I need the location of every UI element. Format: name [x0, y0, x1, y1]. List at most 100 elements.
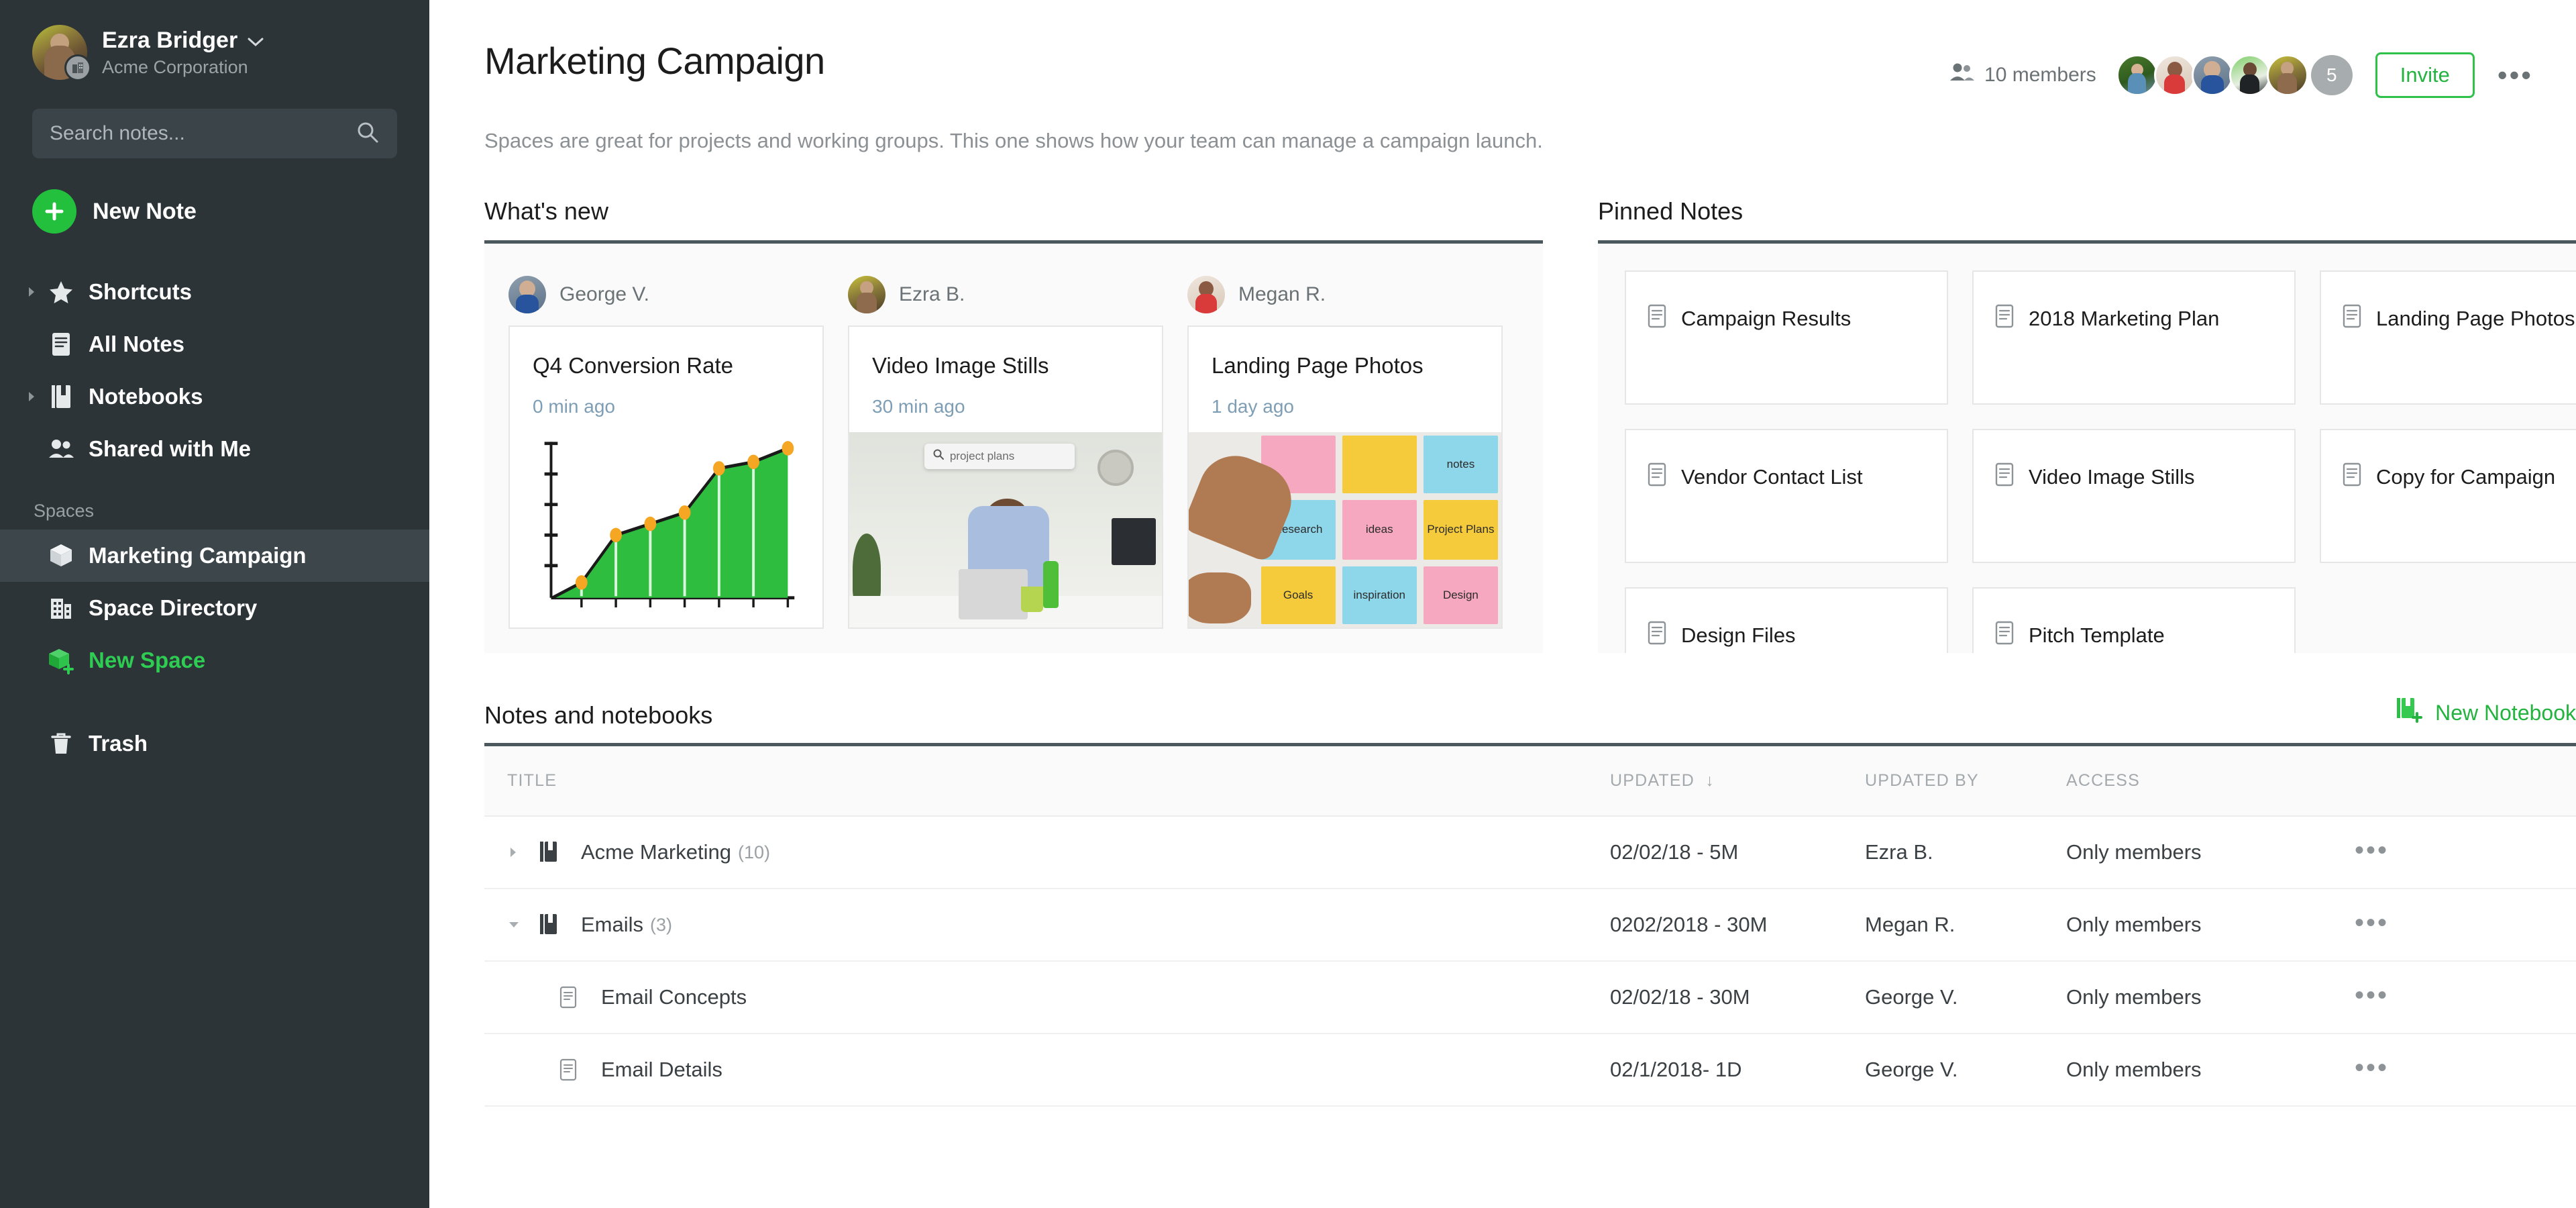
note-card-time: 1 day ago	[1189, 381, 1501, 417]
sidebar-item-label: Shared with Me	[89, 436, 251, 462]
note-card-time: 0 min ago	[510, 381, 822, 417]
column-header-title[interactable]: TITLE	[484, 746, 1610, 816]
sidebar-item-shortcuts[interactable]: Shortcuts	[0, 266, 429, 318]
cube-plus-icon	[43, 646, 79, 674]
chevron-down-icon[interactable]	[247, 27, 264, 54]
note-card[interactable]: Landing Page Photos 1 day ago notes	[1187, 325, 1503, 629]
kebab-icon[interactable]: •••	[2355, 1053, 2389, 1083]
avatar[interactable]	[2229, 54, 2271, 96]
cell-title[interactable]: Email Concepts	[484, 961, 1610, 1034]
main-content: Marketing Campaign 10 members 5 Invi	[429, 0, 2576, 1208]
monitor-shape	[1112, 518, 1155, 565]
pinned-note-card[interactable]: Copy for Campaign	[2320, 429, 2576, 563]
cell-actions: •••	[2355, 889, 2576, 961]
sidebar-user-header[interactable]: Ezra Bridger Acme Corporation	[0, 0, 429, 81]
table-row[interactable]: Email Concepts 02/02/18 - 30M George V. …	[484, 961, 2576, 1034]
table-body: Acme Marketing (10) 02/02/18 - 5M Ezra B…	[484, 816, 2576, 1106]
avatar-overflow-count[interactable]: 5	[2311, 55, 2353, 95]
table-row[interactable]: Acme Marketing (10) 02/02/18 - 5M Ezra B…	[484, 816, 2576, 889]
avatar[interactable]	[2116, 54, 2158, 96]
sidebar-item-label: Trash	[89, 731, 148, 756]
note-icon	[1994, 304, 2015, 332]
pinned-note-card[interactable]: Pitch Template	[1972, 587, 2296, 653]
pinned-note-card[interactable]: Design Files	[1625, 587, 1948, 653]
search-icon	[932, 448, 945, 464]
sidebar-item-all-notes[interactable]: All Notes	[0, 318, 429, 370]
pinned-note-card[interactable]: Video Image Stills	[1972, 429, 2296, 563]
avatar	[848, 276, 885, 313]
whats-new-body: George V. Q4 Conversion Rate 0 min ago	[484, 244, 1543, 653]
new-note-button[interactable]: New Note	[32, 189, 429, 234]
pinned-note-label: Video Image Stills	[2029, 462, 2195, 491]
kebab-icon[interactable]: •••	[2498, 66, 2533, 83]
note-card[interactable]: Video Image Stills 30 min ago	[848, 325, 1163, 629]
search-box[interactable]	[32, 109, 397, 158]
new-notebook-button[interactable]: New Notebook	[2395, 696, 2576, 729]
caret-down-icon[interactable]	[507, 919, 538, 931]
chart-svg	[527, 432, 805, 617]
pinned-note-card[interactable]: Campaign Results	[1625, 270, 1948, 405]
kebab-icon[interactable]: •••	[2355, 836, 2389, 865]
photo-search-text: project plans	[950, 450, 1014, 463]
sidebar-item-notebooks[interactable]: Notebooks	[0, 370, 429, 423]
search-input[interactable]	[50, 122, 356, 145]
cell-access: Only members	[2066, 816, 2355, 889]
sidebar-item-space-directory[interactable]: Space Directory	[0, 582, 429, 634]
sidebar-item-trash[interactable]: Trash	[0, 717, 429, 770]
avatar[interactable]	[2192, 54, 2233, 96]
avatar[interactable]	[2267, 54, 2308, 96]
column-header-updated-by[interactable]: UPDATED BY	[1865, 746, 2066, 816]
cell-updated-by: George V.	[1865, 961, 2066, 1034]
row-title-label: Email Details	[601, 1058, 722, 1082]
search-icon[interactable]	[356, 120, 380, 148]
column-header-updated[interactable]: UPDATED ↓	[1610, 746, 1865, 816]
invite-button[interactable]: Invite	[2375, 52, 2475, 98]
cell-access: Only members	[2066, 961, 2355, 1034]
cell-title[interactable]: Email Details	[484, 1034, 1610, 1106]
note-card-title: Video Image Stills	[849, 327, 1162, 381]
cell-access: Only members	[2066, 889, 2355, 961]
row-title-label: Email Concepts	[601, 985, 747, 1009]
kebab-icon[interactable]: •••	[2355, 908, 2389, 938]
pinned-notes-heading: Pinned Notes	[1598, 197, 2576, 240]
row-title-wrap: Email Concepts	[484, 985, 1610, 1009]
pinned-note-card[interactable]: Landing Page Photos	[2320, 270, 2576, 405]
caret-right-icon[interactable]	[20, 390, 43, 403]
whats-new-heading: What's new	[484, 197, 1543, 240]
table-row[interactable]: Email Details 02/1/2018- 1D George V. On…	[484, 1034, 2576, 1106]
member-avatars: 5	[2116, 54, 2353, 96]
caret-right-icon[interactable]	[507, 846, 538, 859]
table-row[interactable]: Emails (3) 0202/2018 - 30M Megan R. Only…	[484, 889, 2576, 961]
pinned-notes-panel: Pinned Notes Campaign Results 2018 Marke…	[1598, 197, 2576, 653]
note-icon	[2341, 462, 2363, 490]
note-card[interactable]: Q4 Conversion Rate 0 min ago	[508, 325, 824, 629]
author-name: Megan R.	[1238, 283, 1326, 306]
table-header: TITLE UPDATED ↓ UPDATED BY ACCESS	[484, 746, 2576, 816]
org-badge-icon	[64, 54, 91, 81]
note-card-title: Landing Page Photos	[1189, 327, 1501, 381]
pinned-note-card[interactable]: Vendor Contact List	[1625, 429, 1948, 563]
sidebar-item-shared-with-me[interactable]: Shared with Me	[0, 423, 429, 475]
sidebar-item-marketing-campaign[interactable]: Marketing Campaign	[0, 530, 429, 582]
pinned-note-label: Campaign Results	[1681, 304, 1851, 333]
cell-title[interactable]: Emails (3)	[484, 889, 1610, 961]
page-description: Spaces are great for projects and workin…	[429, 98, 2576, 153]
new-note-label: New Note	[93, 199, 197, 225]
column-header-access[interactable]: ACCESS	[2066, 746, 2355, 816]
avatar[interactable]	[2154, 54, 2196, 96]
notes-section-title: Notes and notebooks	[484, 701, 712, 729]
notes-and-notebooks-section: Notes and notebooks New Notebook TITLE U…	[484, 696, 2576, 1107]
kebab-icon[interactable]: •••	[2355, 980, 2389, 1010]
cell-title[interactable]: Acme Marketing (10)	[484, 816, 1610, 889]
sidebar-item-label: Marketing Campaign	[89, 543, 307, 568]
sticky-note: notes	[1424, 436, 1498, 493]
sidebar-item-new-space[interactable]: New Space	[0, 634, 429, 687]
pinned-note-card[interactable]: 2018 Marketing Plan	[1972, 270, 2296, 405]
caret-right-icon[interactable]	[20, 285, 43, 299]
members-count[interactable]: 10 members	[1949, 62, 2096, 89]
plant-shape	[853, 534, 881, 604]
sticky-notes-thumbnail: notes Research ideas Project Plans Goals…	[1189, 432, 1501, 627]
sticky-note: inspiration	[1342, 566, 1417, 624]
pinned-note-label: Pitch Template	[2029, 621, 2165, 650]
star-icon	[43, 279, 79, 305]
